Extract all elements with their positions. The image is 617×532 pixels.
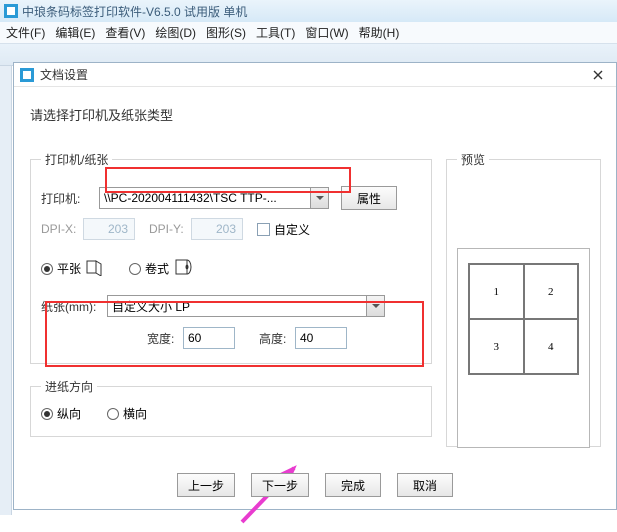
- app-icon: [4, 4, 18, 18]
- app-menubar: 文件(F) 编辑(E) 查看(V) 绘图(D) 图形(S) 工具(T) 窗口(W…: [0, 22, 617, 44]
- paper-size-combobox[interactable]: 自定义大小 LP: [107, 295, 385, 317]
- dpi-y-field: 203: [191, 218, 243, 240]
- page-heading: 请选择打印机及纸张类型: [30, 105, 600, 124]
- printer-label: 打印机:: [41, 190, 99, 207]
- preview-group: 预览 1 2 3 4: [446, 151, 601, 447]
- app-titlebar: 中琅条码标签打印软件-V6.5.0 试用版 单机: [0, 0, 617, 22]
- roll-icon: [173, 258, 193, 279]
- landscape-radio[interactable]: [107, 408, 119, 420]
- preview-canvas: 1 2 3 4: [457, 248, 590, 448]
- menu-tool[interactable]: 工具(T): [256, 24, 295, 41]
- printer-combobox[interactable]: \\PC-202004111432\TSC TTP-...: [99, 187, 329, 209]
- app-title: 中琅条码标签打印软件-V6.5.0 试用版 单机: [22, 3, 247, 20]
- preview-cell: 4: [524, 319, 579, 374]
- side-strip: [0, 66, 12, 515]
- portrait-radio[interactable]: [41, 408, 53, 420]
- prev-button[interactable]: 上一步: [177, 473, 235, 497]
- menu-edit[interactable]: 编辑(E): [55, 24, 95, 41]
- sheet-radio[interactable]: [41, 263, 53, 275]
- properties-button[interactable]: 属性: [341, 186, 397, 210]
- menu-window[interactable]: 窗口(W): [305, 24, 348, 41]
- portrait-label: 纵向: [57, 405, 81, 422]
- height-field[interactable]: [295, 327, 347, 349]
- paper-size-value: 自定义大小 LP: [112, 298, 190, 315]
- preview-cell: 2: [524, 264, 579, 319]
- menu-view[interactable]: 查看(V): [105, 24, 145, 41]
- landscape-label: 横向: [123, 405, 147, 422]
- preview-cell: 3: [469, 319, 524, 374]
- close-icon: [593, 70, 603, 80]
- custom-dpi-label: 自定义: [274, 221, 310, 238]
- dialog-titlebar: 文档设置: [14, 63, 616, 87]
- chevron-down-icon[interactable]: [366, 296, 384, 316]
- dpi-y-label: DPI-Y:: [149, 222, 191, 236]
- width-label: 宽度:: [147, 330, 183, 347]
- feed-direction-group: 进纸方向 纵向 横向: [30, 378, 432, 437]
- close-button[interactable]: [586, 65, 610, 85]
- height-label: 高度:: [259, 330, 295, 347]
- menu-shape[interactable]: 图形(S): [206, 24, 246, 41]
- printer-paper-legend: 打印机/纸张: [41, 151, 112, 168]
- menu-draw[interactable]: 绘图(D): [155, 24, 196, 41]
- cancel-button[interactable]: 取消: [397, 473, 453, 497]
- wizard-buttons: 上一步 下一步 完成 取消: [14, 473, 616, 497]
- width-field[interactable]: [183, 327, 235, 349]
- finish-button[interactable]: 完成: [325, 473, 381, 497]
- custom-dpi-checkbox[interactable]: [257, 223, 270, 236]
- dialog-icon: [20, 68, 34, 82]
- feed-direction-legend: 进纸方向: [41, 378, 97, 395]
- dpi-x-label: DPI-X:: [41, 222, 83, 236]
- dpi-x-field: 203: [83, 218, 135, 240]
- document-settings-dialog: 文档设置 请选择打印机及纸张类型 打印机/纸张 打印机: \\PC-202004…: [13, 62, 617, 510]
- roll-label: 卷式: [145, 260, 169, 277]
- chevron-down-icon[interactable]: [310, 188, 328, 208]
- next-button[interactable]: 下一步: [251, 473, 309, 497]
- preview-legend: 预览: [457, 151, 489, 168]
- menu-file[interactable]: 文件(F): [6, 24, 45, 41]
- sheet-icon: [85, 258, 105, 279]
- printer-value: \\PC-202004111432\TSC TTP-...: [104, 191, 277, 205]
- roll-radio[interactable]: [129, 263, 141, 275]
- preview-cell: 1: [469, 264, 524, 319]
- printer-paper-group: 打印机/纸张 打印机: \\PC-202004111432\TSC TTP-..…: [30, 151, 432, 364]
- menu-help[interactable]: 帮助(H): [359, 24, 400, 41]
- sheet-label: 平张: [57, 260, 81, 277]
- paper-label: 纸张(mm):: [41, 298, 107, 315]
- dialog-title: 文档设置: [40, 66, 580, 83]
